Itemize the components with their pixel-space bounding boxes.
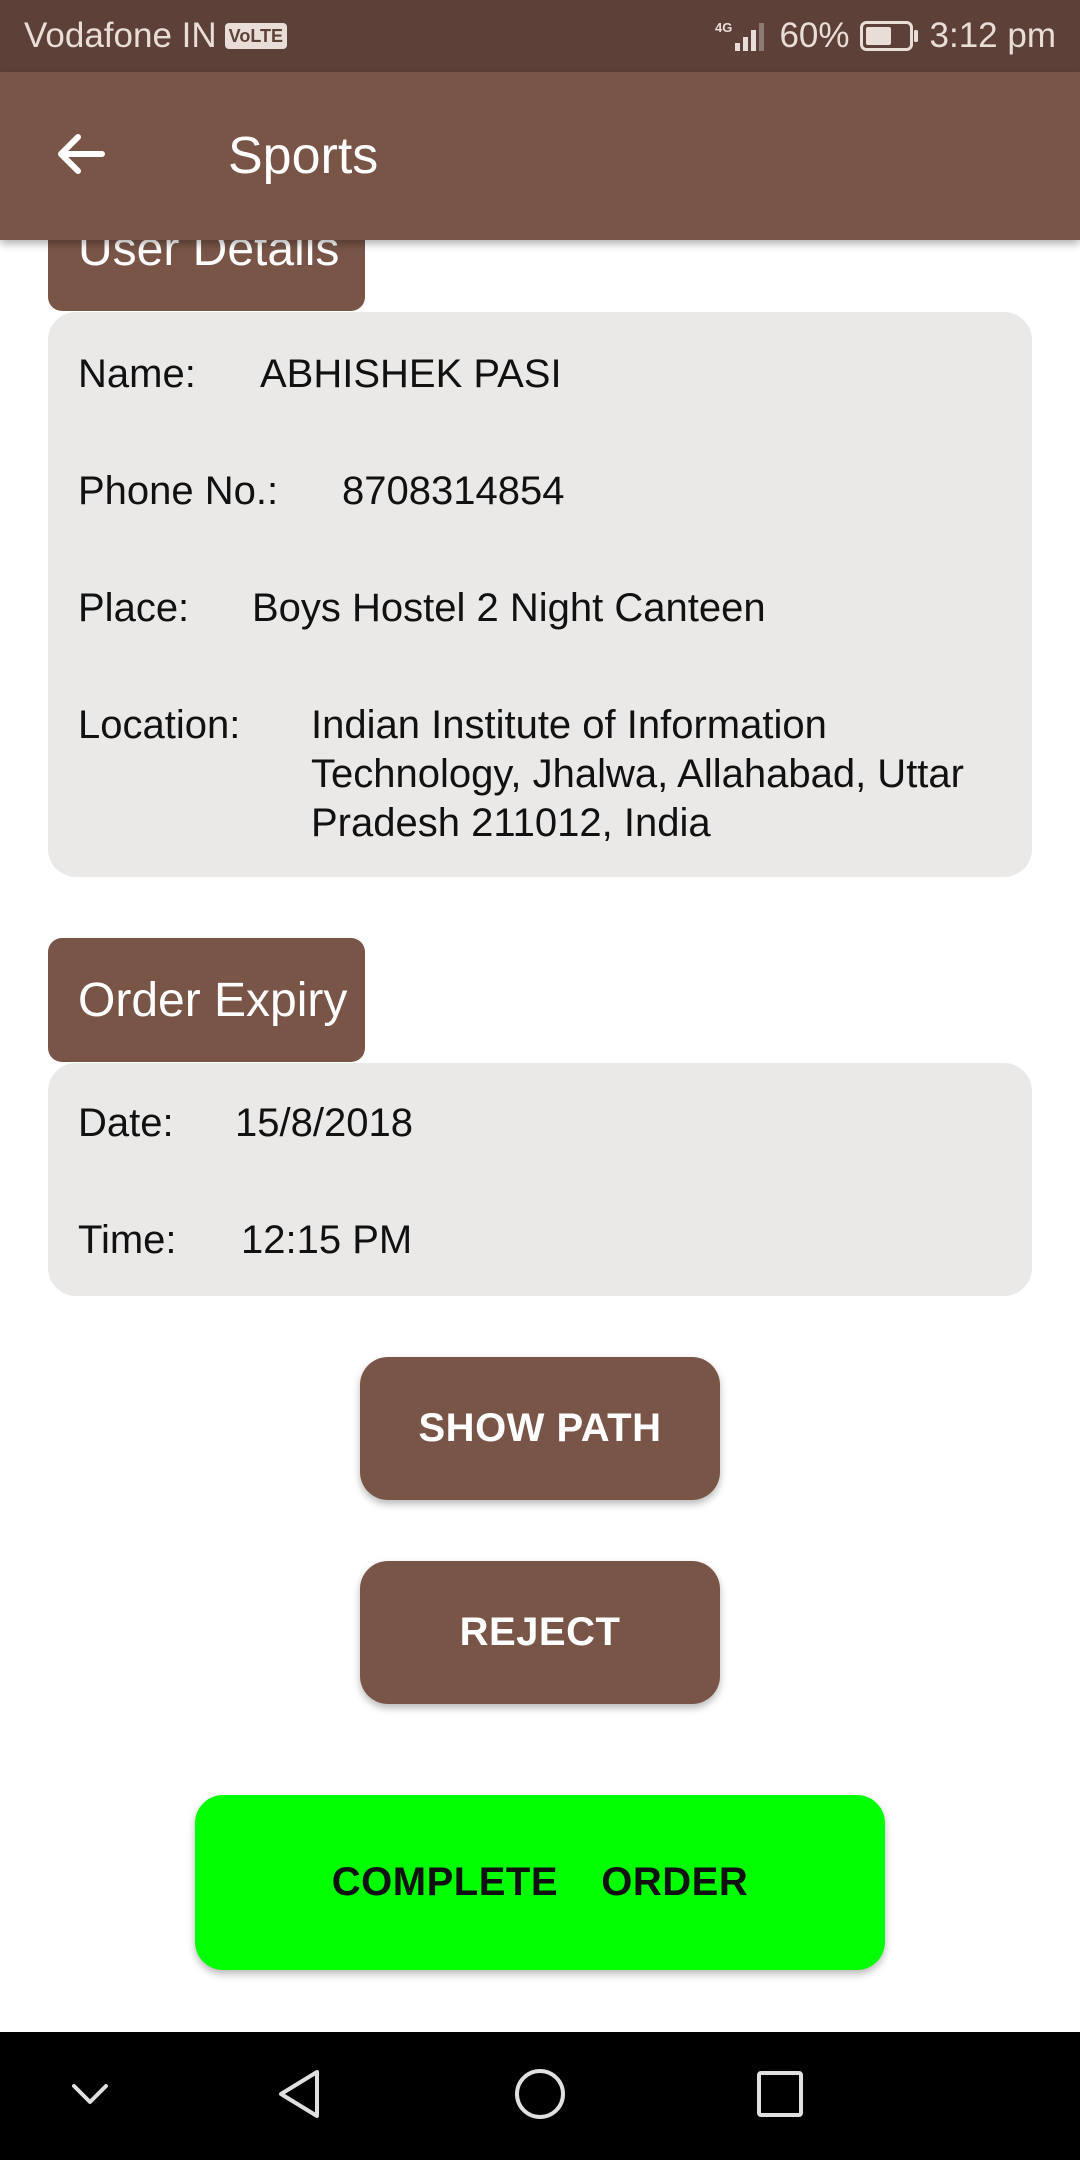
order-expiry-heading-text: Order Expiry xyxy=(78,973,348,1027)
complete-order-label: COMPLETE ORDER xyxy=(331,1860,749,1904)
network-type: 4G xyxy=(715,20,732,35)
page-title: Sports xyxy=(228,127,379,185)
battery-percent: 60% xyxy=(779,16,850,55)
name-value: ABHISHEK PASI xyxy=(260,352,562,396)
battery-icon xyxy=(859,21,920,51)
location-value: Indian Institute of Information Technolo… xyxy=(311,701,1031,848)
phone-label: Phone No.: xyxy=(78,469,279,513)
system-nav-bar xyxy=(0,2032,1080,2160)
place-value: Boys Hostel 2 Night Canteen xyxy=(252,586,766,630)
name-row: Name: ABHISHEK PASI xyxy=(78,350,562,399)
show-path-button[interactable]: SHOW PATH xyxy=(360,1357,720,1500)
date-label: Date: xyxy=(78,1101,174,1145)
home-circle-icon xyxy=(512,2066,568,2127)
order-expiry-card: Date: 15/8/2018 Time: 12:15 PM xyxy=(48,1063,1032,1296)
reject-button[interactable]: REJECT xyxy=(360,1561,720,1704)
location-row: Location: Indian Institute of Informatio… xyxy=(78,701,964,845)
location-line: Indian Institute of Information xyxy=(311,703,827,747)
time-label: Time: xyxy=(78,1218,177,1262)
order-expiry-heading: Order Expiry xyxy=(48,938,365,1062)
status-bar: Vodafone IN VoLTE 4G 60% 3:12 pm xyxy=(0,0,1080,72)
time-row: Time: 12:15 PM xyxy=(78,1216,412,1265)
volte-badge: VoLTE xyxy=(224,23,287,49)
place-label: Place: xyxy=(78,586,190,630)
nav-hide-button[interactable] xyxy=(50,2056,130,2136)
chevron-down-icon xyxy=(68,2072,112,2121)
carrier-name: Vodafone IN xyxy=(24,16,217,55)
nav-recents-button[interactable] xyxy=(740,2056,820,2136)
user-details-card: Name: ABHISHEK PASI Phone No.: 870831485… xyxy=(48,312,1032,877)
place-row: Place: Boys Hostel 2 Night Canteen xyxy=(78,584,766,633)
nav-home-button[interactable] xyxy=(500,2056,580,2136)
recents-square-icon xyxy=(754,2068,806,2125)
back-button[interactable] xyxy=(40,116,120,196)
arrow-back-icon xyxy=(52,126,108,187)
complete-order-button[interactable]: COMPLETE ORDER xyxy=(195,1795,885,1970)
location-label: Location: xyxy=(78,703,241,747)
clock: 3:12 pm xyxy=(929,16,1056,55)
status-left: Vodafone IN VoLTE xyxy=(24,0,287,72)
phone-value: 8708314854 xyxy=(342,469,565,513)
phone-row: Phone No.: 8708314854 xyxy=(78,467,564,516)
back-triangle-icon xyxy=(273,2066,325,2127)
time-value: 12:15 PM xyxy=(241,1218,413,1262)
nav-back-button[interactable] xyxy=(259,2056,339,2136)
name-label: Name: xyxy=(78,352,196,396)
date-row: Date: 15/8/2018 xyxy=(78,1099,413,1148)
date-value: 15/8/2018 xyxy=(235,1101,413,1145)
location-line: Pradesh 211012, India xyxy=(311,801,711,845)
status-right: 4G 60% 3:12 pm xyxy=(715,0,1056,72)
app-bar: Sports xyxy=(0,72,1080,240)
signal-icon: 4G xyxy=(715,19,769,53)
location-line: Technology, Jhalwa, Allahabad, Uttar xyxy=(311,752,964,796)
